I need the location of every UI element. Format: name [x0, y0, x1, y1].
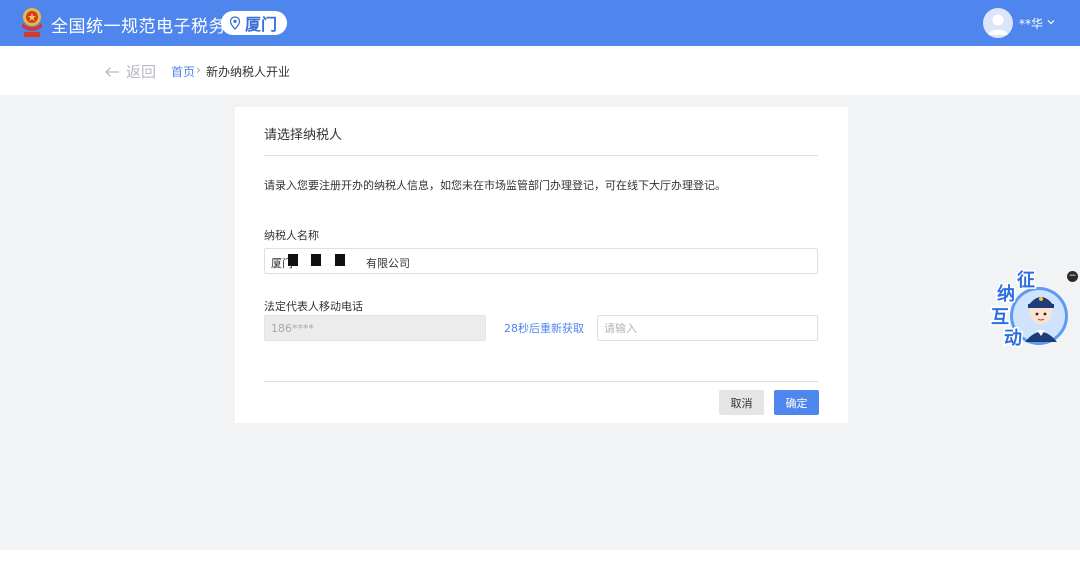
redaction-mark	[288, 254, 298, 266]
phone-label: 法定代表人移动电话	[264, 300, 363, 313]
verification-code-field[interactable]	[597, 315, 818, 341]
phone-value: 186****	[271, 322, 314, 335]
breadcrumb-bar: 返回 首页 › 新办纳税人开业	[0, 46, 1080, 95]
arrow-left-icon	[105, 66, 119, 77]
widget-char: 纳	[997, 283, 1015, 305]
national-tax-emblem-icon	[22, 8, 42, 37]
widget-char: 征	[1017, 269, 1035, 291]
breadcrumb-home-link[interactable]: 首页	[171, 63, 195, 80]
footer-divider	[264, 381, 818, 382]
confirm-button[interactable]: 确定	[774, 390, 819, 415]
taxpayer-select-card: 请选择纳税人 请录入您要注册开办的纳税人信息，如您未在市场监管部门办理登记，可在…	[235, 107, 848, 423]
footer	[0, 550, 1080, 575]
resend-code-button[interactable]: 28秒后重新获取	[504, 320, 584, 336]
tax-interaction-widget[interactable]: 征 纳 互 动	[987, 268, 1069, 350]
redaction-mark	[335, 254, 345, 266]
chevron-down-icon[interactable]	[1046, 17, 1056, 27]
site-title: 全国统一规范电子税务局	[51, 17, 244, 37]
city-selector[interactable]: 厦门	[221, 11, 288, 35]
phone-field: 186****	[264, 315, 486, 341]
redaction-mark	[311, 254, 321, 266]
location-pin-icon	[229, 16, 241, 30]
top-nav-bar: 全国统一规范电子税务局 厦门 **华	[0, 0, 1080, 46]
close-icon[interactable]: −	[1067, 271, 1078, 282]
city-name: 厦门	[245, 15, 278, 34]
widget-char: 动	[1004, 328, 1022, 349]
card-title: 请选择纳税人	[264, 128, 343, 143]
user-avatar-icon[interactable]	[983, 8, 1013, 38]
user-name[interactable]: **华	[1019, 15, 1043, 32]
back-button[interactable]: 返回	[104, 61, 156, 82]
verification-code-input[interactable]	[598, 316, 817, 340]
taxpayer-name-field[interactable]: 厦门 有限公司	[264, 248, 818, 274]
breadcrumb-separator: ›	[196, 63, 201, 77]
widget-char: 互	[991, 307, 1009, 328]
breadcrumb-current: 新办纳税人开业	[206, 65, 291, 79]
back-label: 返回	[126, 63, 157, 81]
cancel-button[interactable]: 取消	[719, 390, 764, 415]
widget-label: 征 纳 互 动	[990, 268, 1037, 350]
taxpayer-name-label: 纳税人名称	[264, 229, 319, 242]
taxpayer-name-suffix: 有限公司	[366, 257, 410, 270]
title-divider	[264, 155, 818, 156]
instruction-text: 请录入您要注册开办的纳税人信息，如您未在市场监管部门办理登记，可在线下大厅办理登…	[264, 179, 726, 192]
